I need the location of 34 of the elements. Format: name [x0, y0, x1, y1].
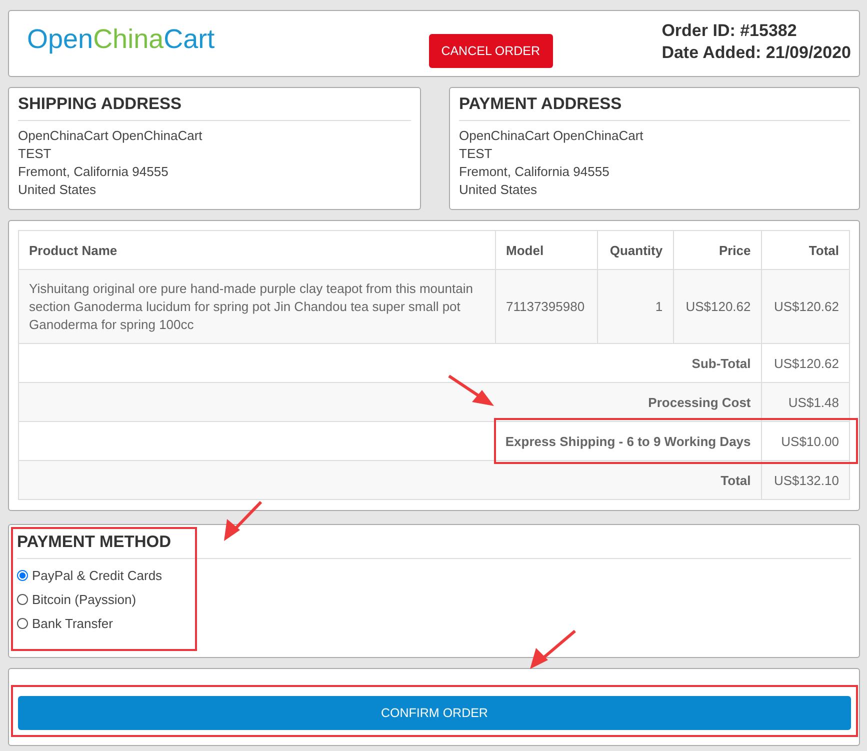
- table-cell: US$120.62: [761, 270, 850, 344]
- logo: OpenChinaCart: [27, 24, 215, 55]
- option-label: Bank Transfer: [32, 616, 113, 631]
- cancel-order-button[interactable]: CANCEL ORDER: [428, 34, 553, 68]
- radio-button[interactable]: [17, 570, 28, 581]
- order-id: Order ID: #15382: [662, 21, 798, 41]
- total-value: US$132.10: [761, 460, 850, 500]
- total-label: Total: [18, 460, 762, 500]
- arrow: [448, 374, 494, 406]
- table-cell: US$120.62: [673, 270, 762, 344]
- date-added: Date Added: 21/09/2020: [662, 43, 851, 63]
- arrow: [530, 630, 576, 669]
- table-cell: Yishuitang original ore pure hand-made purple clay teapot from this mountain section Ganoderma lucidum for spring pot Jin Chandou tea super small pot Ganoderma for spring 100cc: [18, 270, 496, 344]
- total-value: US$1.48: [761, 382, 850, 422]
- radio-button[interactable]: [17, 594, 28, 605]
- table-cell: 71137395980: [496, 270, 598, 344]
- address-line: TEST: [459, 145, 494, 163]
- address-line: United States: [18, 181, 98, 199]
- arrow: [224, 500, 262, 541]
- address-line: Fremont, California 94555: [18, 163, 170, 181]
- address-line: Fremont, California 94555: [459, 163, 610, 181]
- table-cell: 1: [598, 270, 674, 344]
- address-line: United States: [459, 181, 538, 199]
- radio-button[interactable]: [17, 618, 28, 629]
- section-title: PAYMENT METHOD: [17, 533, 851, 559]
- column-header: Product Name: [18, 230, 496, 270]
- address-line: TEST: [18, 145, 52, 163]
- confirm-order-button[interactable]: CONFIRM ORDER: [18, 696, 851, 730]
- option-label: Bitcoin (Payssion): [32, 592, 136, 607]
- address-line: OpenChinaCart OpenChinaCart: [459, 127, 644, 145]
- section-title: SHIPPING ADDRESS: [18, 95, 411, 121]
- option-label: PayPal & Credit Cards: [32, 568, 162, 583]
- section-title: PAYMENT ADDRESS: [459, 95, 850, 121]
- address-line: OpenChinaCart OpenChinaCart: [18, 127, 204, 145]
